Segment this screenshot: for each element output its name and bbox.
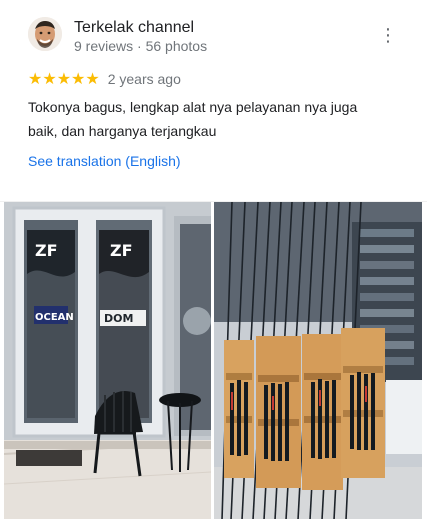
star-rating: ★★★★★ [28, 71, 100, 88]
more-vert-icon: ⋮ [379, 25, 397, 45]
store-entrance-photo[interactable]: ZF ZF OCEAN DOM [4, 202, 211, 519]
rating-row: ★★★★★ 2 years ago [28, 69, 181, 89]
avatar[interactable] [28, 17, 62, 51]
author-meta: 9 reviews · 56 photos [74, 38, 208, 54]
fishing-rods-photo[interactable] [214, 202, 422, 519]
zf-logo-left: ZF [35, 241, 58, 260]
fishing-rods-image [214, 202, 422, 519]
more-options-button[interactable]: ⋮ [379, 24, 397, 46]
store-entrance-image: ZF ZF OCEAN DOM [4, 202, 211, 519]
zf-logo-right: ZF [110, 241, 133, 260]
ocean-sign: OCEAN [35, 312, 74, 323]
review-photos: ZF ZF OCEAN DOM [0, 201, 427, 519]
dom-sign: DOM [104, 312, 133, 325]
see-translation-link[interactable]: See translation (English) [28, 153, 181, 169]
review-time: 2 years ago [107, 71, 181, 87]
review-header: Terkelak channel 9 reviews · 56 photos ⋮ [28, 17, 408, 54]
author-name[interactable]: Terkelak channel [74, 19, 194, 37]
avatar-image [28, 17, 62, 51]
review-card: Terkelak channel 9 reviews · 56 photos ⋮… [0, 0, 427, 519]
review-text: Tokonya bagus, lengkap alat nya pelayana… [28, 99, 358, 139]
